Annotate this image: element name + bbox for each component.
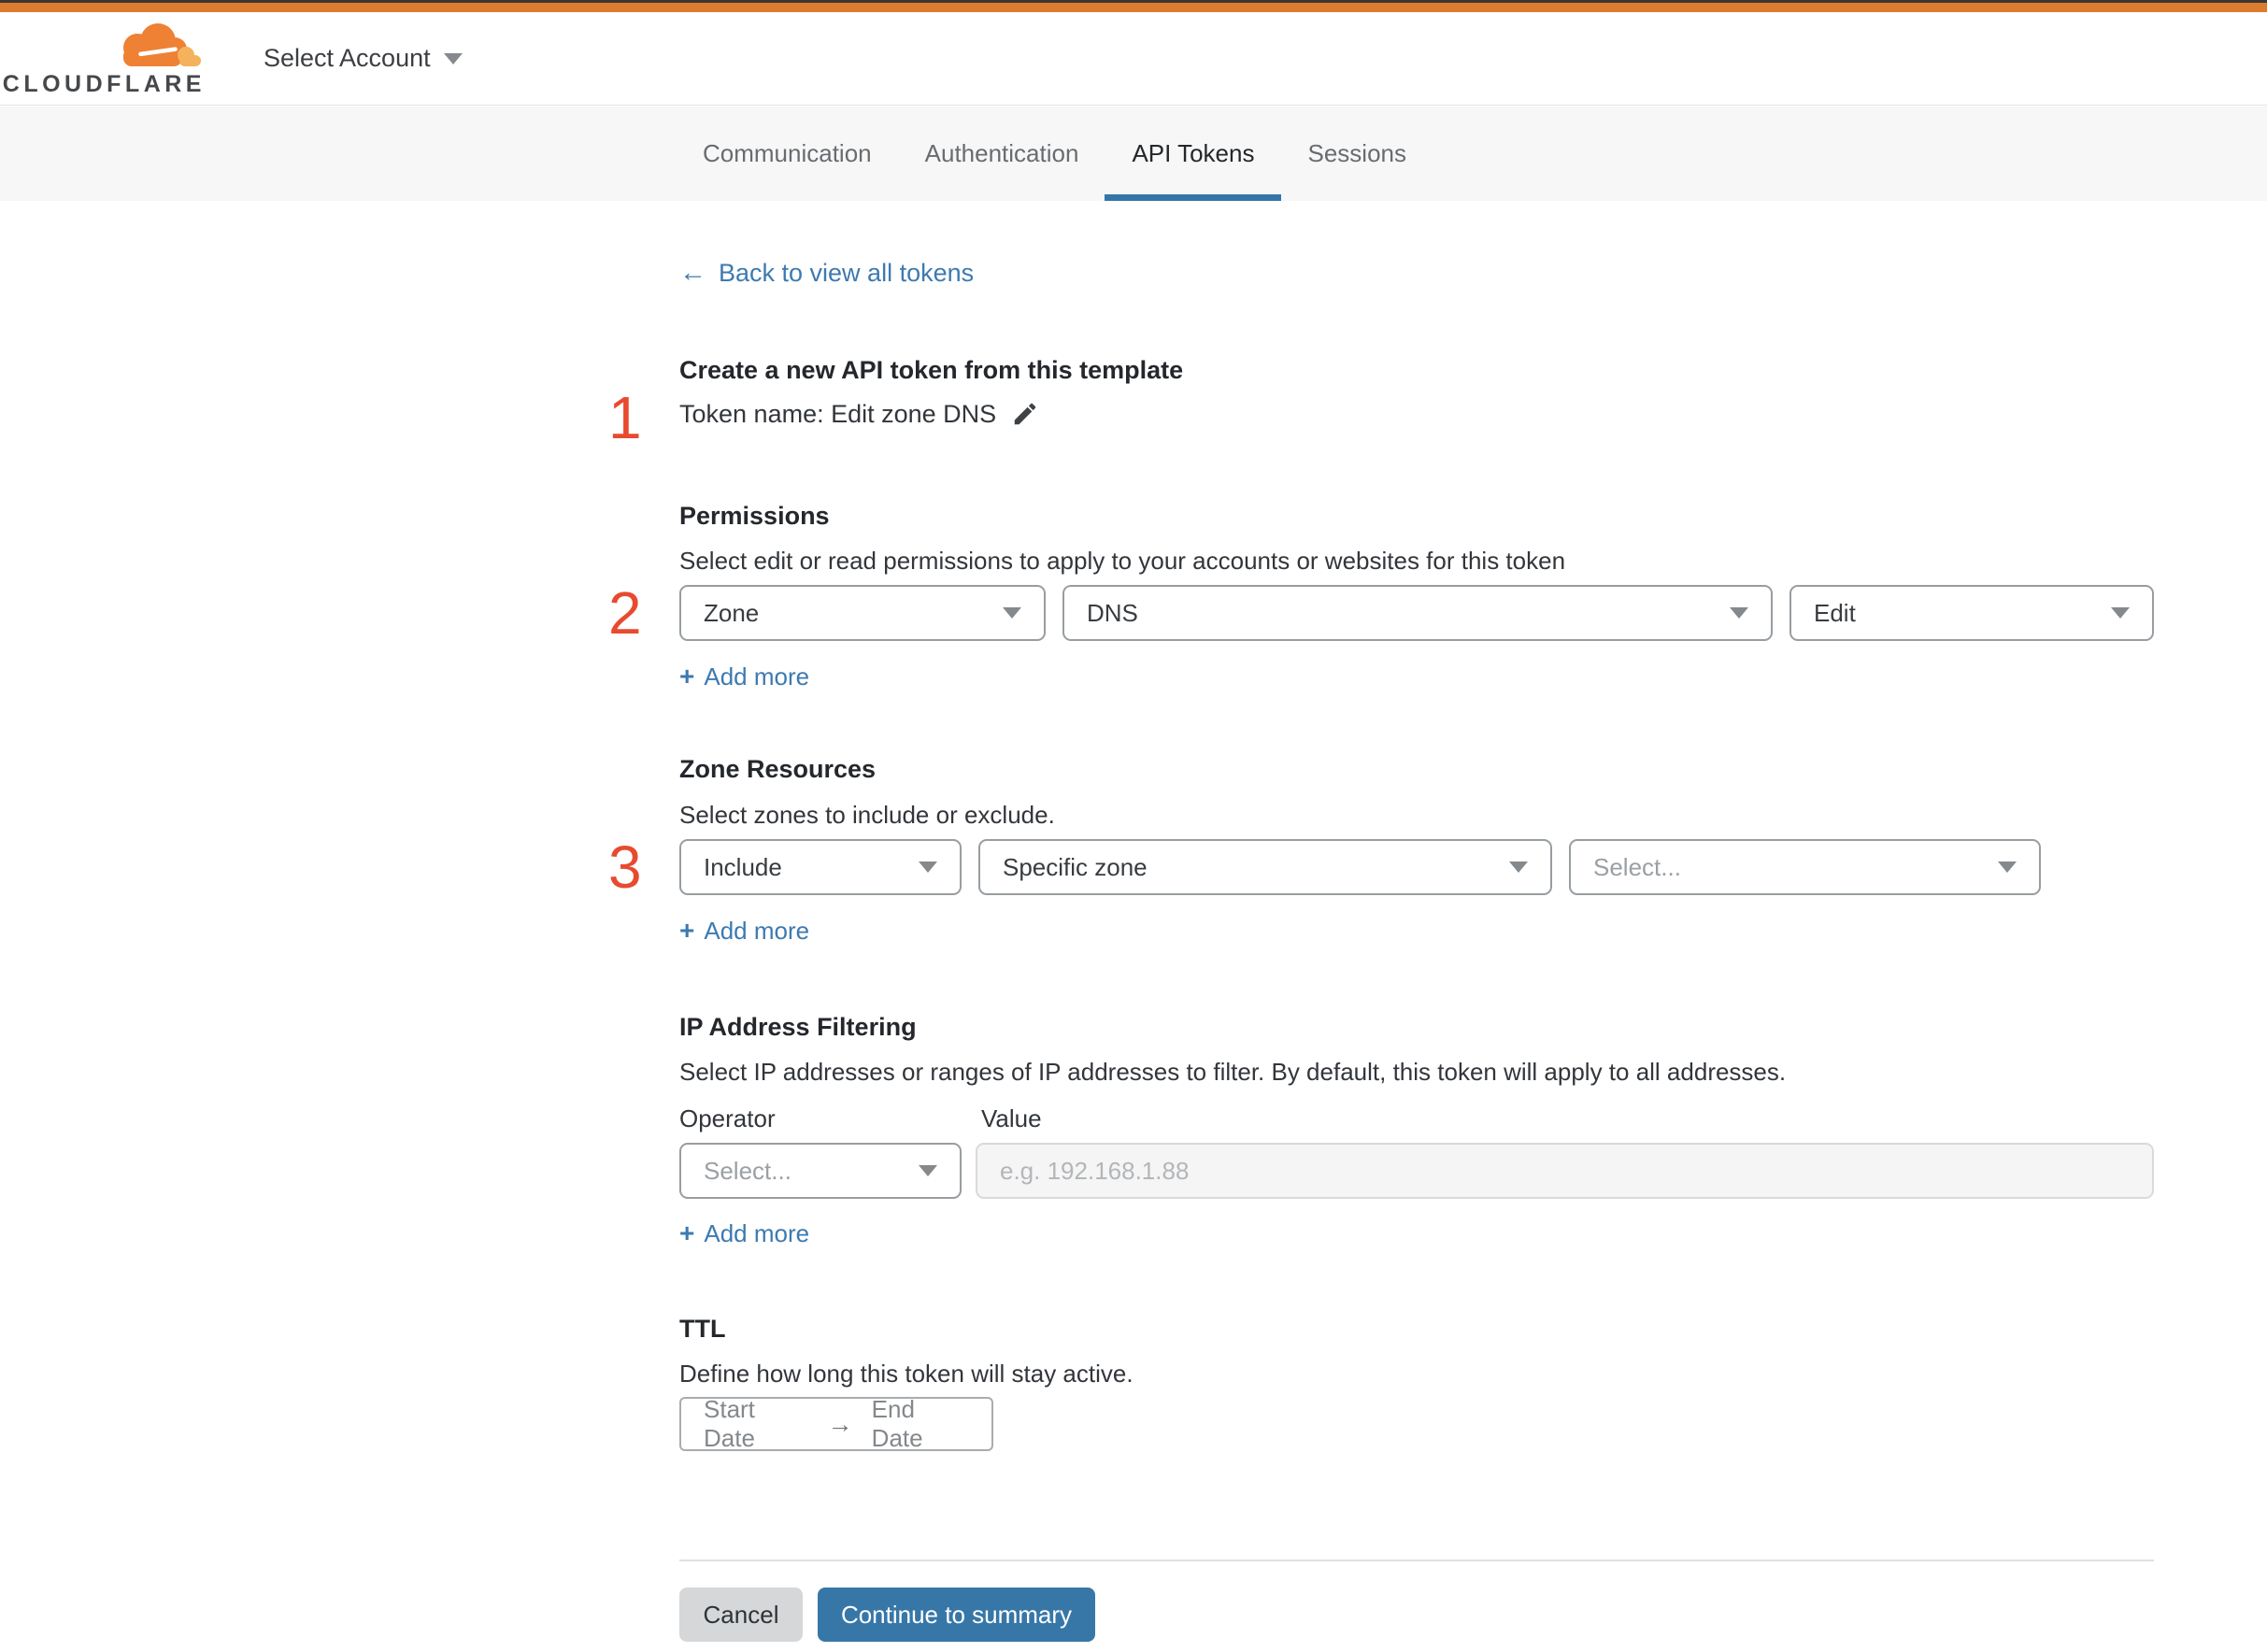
account-selector-label: Select Account [264,44,431,72]
permission-scope-dropdown[interactable]: Zone [679,585,1046,641]
tab-label: Sessions [1307,139,1406,167]
cloudflare-logo[interactable]: CLOUDFLARE [3,21,206,96]
start-date-label: Start Date [704,1395,755,1452]
add-more-label: Add more [704,917,810,945]
dropdown-value: Zone [704,598,760,627]
back-link-label: Back to view all tokens [719,259,975,287]
value-label: Value [981,1104,1042,1132]
permissions-section: Permissions Select edit or read permissi… [608,500,2154,691]
arrow-right-icon: → [827,1409,853,1438]
permissions-add-more-link[interactable]: + Add more [679,662,809,691]
dropdown-placeholder: Select... [1593,852,1681,881]
zone-resources-heading: Zone Resources [679,755,877,783]
tab-label: Communication [703,139,872,167]
top-accent-bar [0,3,2267,12]
token-name-section: 1 Create a new API token from this templ… [608,354,2154,448]
footer-actions: Cancel Continue to summary [679,1588,2154,1642]
chevron-down-icon [2111,607,2130,619]
ip-filtering-section: IP Address Filtering Select IP addresses… [679,1011,2154,1248]
back-to-tokens-link[interactable]: ← Back to view all tokens [679,259,2154,287]
dropdown-value: Edit [1814,598,1856,627]
operator-dropdown[interactable]: Select... [679,1143,962,1199]
ip-filtering-description: Select IP addresses or ranges of IP addr… [679,1058,1787,1086]
permissions-description: Select edit or read permissions to apply… [679,547,1566,575]
ttl-section: TTL Define how long this token will stay… [679,1313,2154,1452]
chevron-down-icon [443,52,463,64]
plus-icon: + [679,662,695,691]
tab-api-tokens[interactable]: API Tokens [1105,107,1282,201]
token-name-text: Token name: Edit zone DNS [679,400,997,428]
chevron-down-icon [1003,607,1021,619]
ttl-heading: TTL [679,1315,726,1343]
permission-access-dropdown[interactable]: Edit [1789,585,2154,641]
tab-communication[interactable]: Communication [703,107,872,201]
add-more-label: Add more [704,1219,810,1247]
zone-resources-section: Zone Resources Select zones to include o… [608,753,2154,946]
back-arrow-icon: ← [679,258,706,288]
cloudflare-cloud-icon [123,23,201,66]
tab-bar: Communication Authentication API Tokens … [0,107,2267,201]
zone-type-dropdown[interactable]: Specific zone [978,839,1552,895]
edit-pencil-icon[interactable] [1011,400,1039,428]
step-number-2: 2 [608,579,642,647]
main-content: ← Back to view all tokens 1 Create a new… [608,201,2154,1642]
ttl-description: Define how long this token will stay act… [679,1360,1134,1388]
zone-resources-description: Select zones to include or exclude. [679,801,1055,829]
continue-to-summary-button[interactable]: Continue to summary [818,1588,1095,1642]
chevron-down-icon [1998,862,2017,873]
ip-filtering-heading: IP Address Filtering [679,1013,917,1041]
tab-label: Authentication [924,139,1079,167]
chevron-down-icon [1509,862,1528,873]
cloudflare-wordmark: CLOUDFLARE [2,71,206,97]
chevron-down-icon [1730,607,1748,619]
create-token-heading: Create a new API token from this templat… [679,356,1184,384]
tab-label: API Tokens [1132,139,1255,167]
step-number-3: 3 [608,833,642,901]
footer-divider [679,1559,2154,1561]
dropdown-value: Specific zone [1003,852,1148,881]
operator-label: Operator [679,1104,776,1132]
permissions-heading: Permissions [679,502,830,530]
ttl-date-range-picker[interactable]: Start Date → End Date [679,1395,993,1452]
cancel-button[interactable]: Cancel [679,1588,803,1642]
step-number-1: 1 [608,384,642,451]
tab-sessions[interactable]: Sessions [1307,107,1406,201]
tab-authentication[interactable]: Authentication [925,107,1079,201]
chevron-down-icon [919,1165,937,1176]
dropdown-value: DNS [1087,598,1138,627]
zone-select-dropdown[interactable]: Select... [1569,839,2041,895]
app-header: CLOUDFLARE Select Account [0,12,2267,106]
plus-icon: + [679,1218,695,1247]
account-selector[interactable]: Select Account [264,44,463,73]
dropdown-placeholder: Select... [704,1156,791,1185]
page: CLOUDFLARE Select Account Communication … [0,0,2267,1652]
ip-value-input[interactable] [976,1143,2154,1199]
zone-include-dropdown[interactable]: Include [679,839,962,895]
plus-icon: + [679,916,695,945]
zone-resources-add-more-link[interactable]: + Add more [679,916,809,946]
ip-filtering-add-more-link[interactable]: + Add more [679,1218,809,1248]
add-more-label: Add more [704,662,810,691]
end-date-label: End Date [871,1395,923,1452]
permission-resource-dropdown[interactable]: DNS [1062,585,1773,641]
chevron-down-icon [919,862,937,873]
dropdown-value: Include [704,852,782,881]
